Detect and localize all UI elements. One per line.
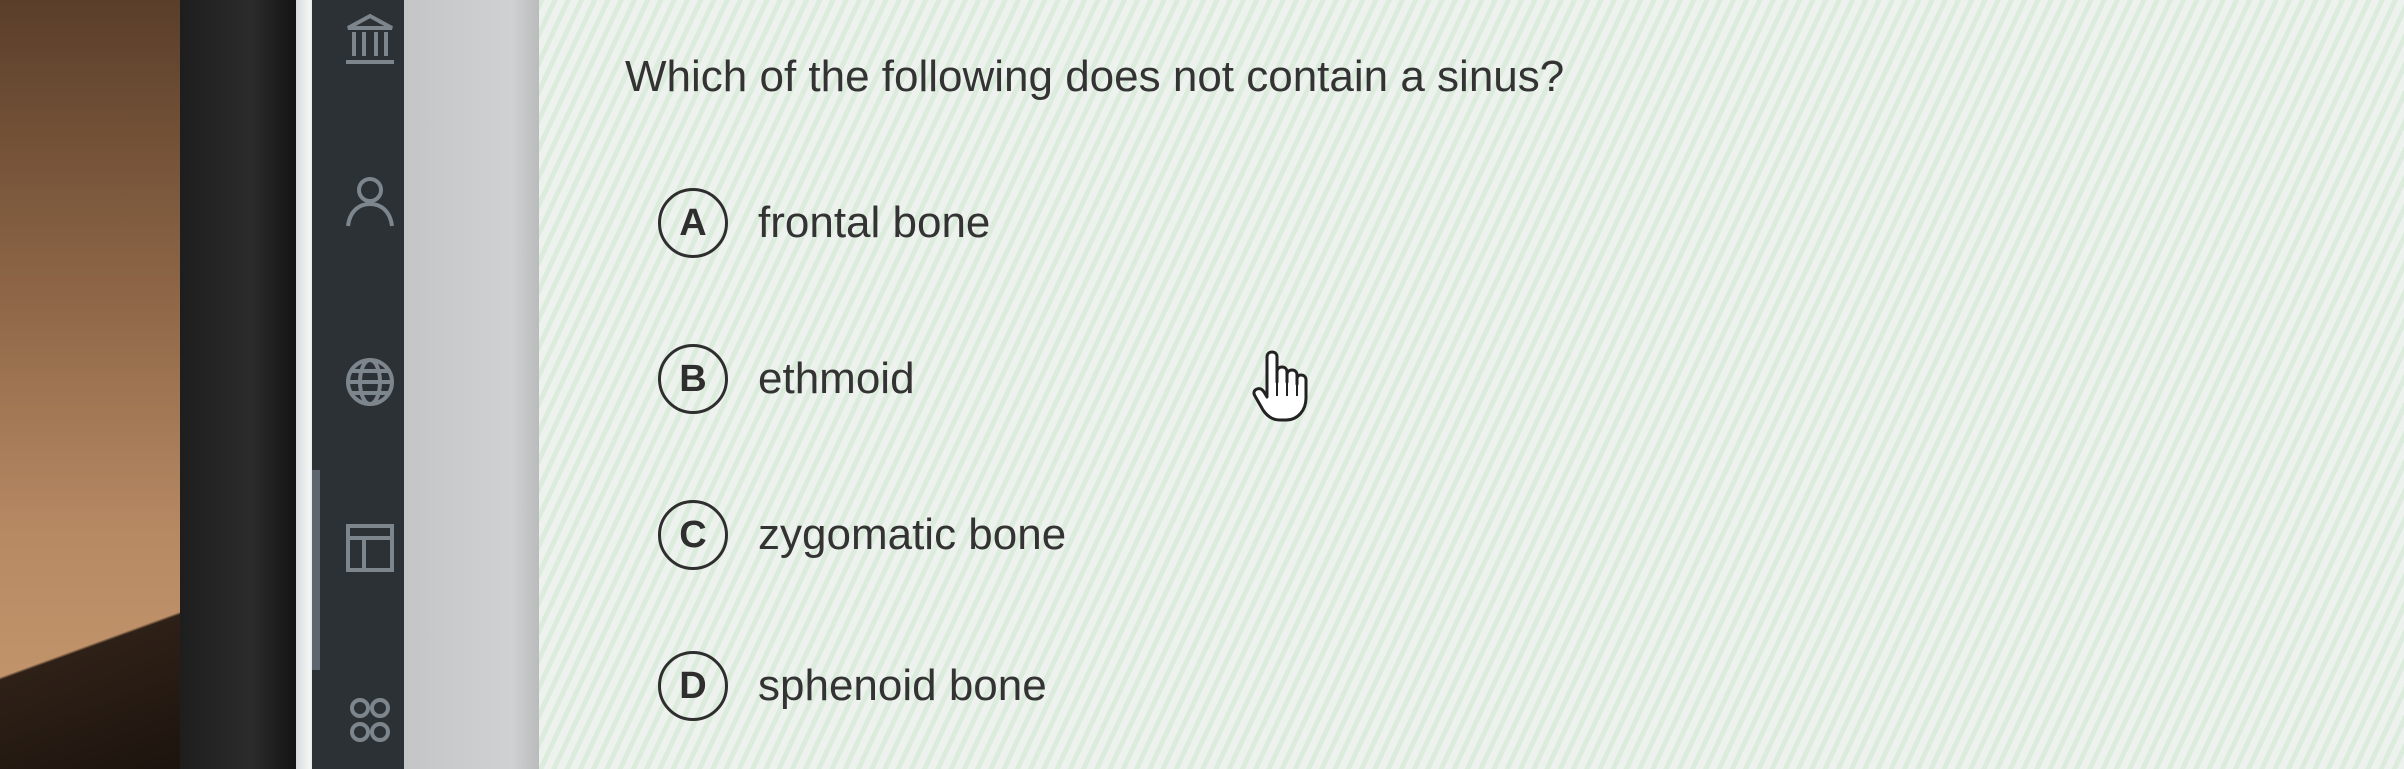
option-c[interactable]: C zygomatic bone bbox=[658, 495, 1066, 575]
option-b-text[interactable]: ethmoid bbox=[758, 354, 915, 404]
option-c-text[interactable]: zygomatic bone bbox=[758, 510, 1066, 560]
user-icon[interactable] bbox=[340, 170, 400, 230]
monitor-bezel bbox=[180, 0, 300, 769]
hand-pointer-cursor-icon bbox=[1252, 350, 1308, 422]
option-a-text[interactable]: frontal bone bbox=[758, 198, 990, 248]
globe-icon[interactable] bbox=[340, 352, 400, 412]
option-b-letter-badge[interactable]: B bbox=[658, 344, 728, 414]
option-d[interactable]: D sphenoid bone bbox=[658, 646, 1047, 726]
sidebar-gutter bbox=[404, 0, 539, 769]
option-a-letter-badge[interactable]: A bbox=[658, 188, 728, 258]
desk-shadow bbox=[0, 560, 200, 769]
option-d-text[interactable]: sphenoid bone bbox=[758, 661, 1047, 711]
option-a[interactable]: A frontal bone bbox=[658, 183, 990, 263]
question-text: Which of the following does not contain … bbox=[625, 52, 1565, 101]
option-b[interactable]: B ethmoid bbox=[658, 339, 915, 419]
layout-icon[interactable] bbox=[340, 518, 400, 578]
option-c-letter-badge[interactable]: C bbox=[658, 500, 728, 570]
institution-icon[interactable] bbox=[340, 10, 400, 70]
photo-of-screen: Which of the following does not contain … bbox=[0, 0, 2404, 769]
group-icon[interactable] bbox=[340, 690, 400, 750]
option-d-letter-badge[interactable]: D bbox=[658, 651, 728, 721]
sidebar-active-indicator bbox=[312, 470, 320, 670]
